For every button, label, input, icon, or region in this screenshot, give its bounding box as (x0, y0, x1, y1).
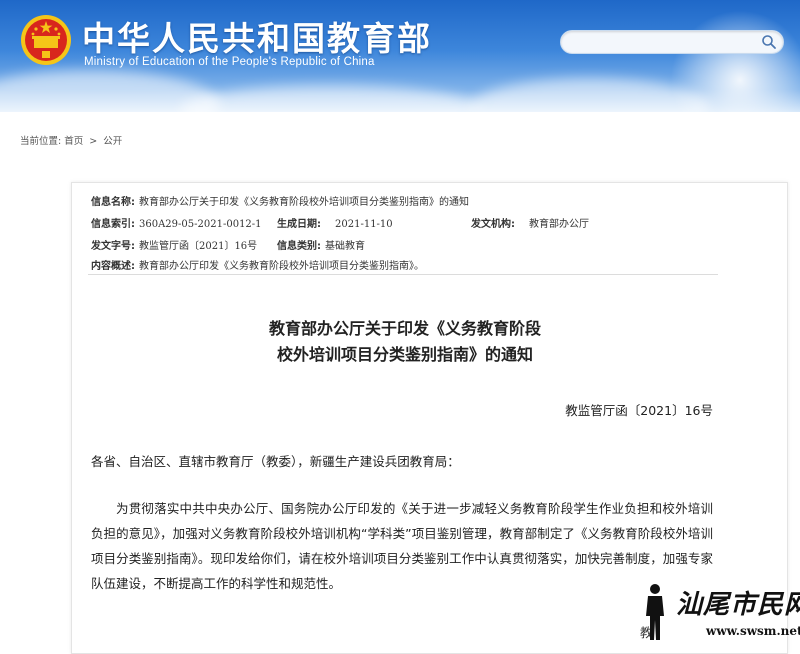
document-title-line-1: 教育部办公厅关于印发《义务教育阶段 (268, 319, 541, 338)
dandelion-decoration (670, 10, 800, 112)
national-emblem-icon[interactable] (20, 14, 72, 66)
meta-row-index: 信息索引: 360A29-05-2021-0012-1 (91, 215, 262, 230)
meta-value: 教育部办公厅关于印发《义务教育阶段校外培训项目分类鉴别指南》的通知 (139, 197, 469, 208)
meta-label: 生成日期: (277, 219, 321, 230)
document-salutation: 各省、自治区、直辖市教育厅（教委），新疆生产建设兵团教育局： (91, 454, 460, 469)
breadcrumb-public-link[interactable]: 公开 (103, 136, 122, 147)
watermark-url: www.swsm.net (706, 624, 800, 638)
meta-value: 教监管厅函〔2021〕16号 (139, 241, 258, 252)
meta-row-doc-no: 发文字号: 教监管厅函〔2021〕16号 (91, 237, 257, 252)
meta-row-category: 信息类别: 基础教育 (277, 237, 365, 252)
meta-row-date: 生成日期: 2021-11-10 (277, 215, 393, 230)
meta-value: 2021-11-10 (335, 219, 393, 230)
search-input[interactable] (571, 33, 755, 51)
meta-row-summary: 内容概述: 教育部办公厅印发《义务教育阶段校外培训项目分类鉴别指南》。 (91, 257, 424, 272)
document-number: 教监管厅函〔2021〕16号 (565, 403, 713, 418)
breadcrumb-home-link[interactable]: 首页 (64, 136, 83, 147)
document-body-paragraph: 为贯彻落实中共中央办公厅、国务院办公厅印发的《关于进一步减轻义务教育阶段学生作业… (91, 501, 713, 591)
meta-row-issuer: 发文机构: 教育部办公厅 (471, 215, 589, 230)
meta-label: 信息索引: (91, 219, 135, 230)
meta-label: 信息类别: (277, 241, 321, 252)
watermark: 汕尾市民网 www.swsm.net (636, 580, 800, 647)
cloud-decoration (180, 85, 480, 112)
meta-value: 基础教育 (325, 241, 365, 252)
meta-label: 发文字号: (91, 241, 135, 252)
meta-label: 信息名称: (91, 197, 135, 208)
document-title-line-2: 校外培训项目分类鉴别指南》的通知 (276, 345, 533, 364)
meta-label: 发文机构: (471, 219, 515, 230)
meta-row-info-name: 信息名称: 教育部办公厅关于印发《义务教育阶段校外培训项目分类鉴别指南》的通知 (91, 193, 469, 208)
meta-divider (88, 274, 718, 275)
breadcrumb-separator: > (89, 136, 98, 147)
breadcrumb: 当前位置: 首页 > 公开 (20, 133, 122, 147)
watermark-brand: 汕尾市民网 (676, 590, 800, 620)
document-title: 教育部办公厅关于印发《义务教育阶段 校外培训项目分类鉴别指南》的通知 (200, 316, 610, 368)
site-header: 中华人民共和国教育部 Ministry of Education of the … (0, 0, 800, 112)
meta-value: 教育部办公厅 (529, 219, 589, 230)
meta-value: 360A29-05-2021-0012-1 (139, 219, 262, 230)
meta-label: 内容概述: (91, 261, 135, 272)
search-box[interactable] (560, 30, 784, 54)
search-icon[interactable] (761, 34, 777, 50)
person-silhouette-icon (646, 584, 664, 640)
site-title[interactable]: 中华人民共和国教育部 (82, 12, 432, 60)
site-subtitle: Ministry of Education of the People's Re… (84, 56, 375, 68)
meta-value: 教育部办公厅印发《义务教育阶段校外培训项目分类鉴别指南》。 (139, 261, 424, 272)
breadcrumb-prefix: 当前位置: (20, 136, 62, 147)
